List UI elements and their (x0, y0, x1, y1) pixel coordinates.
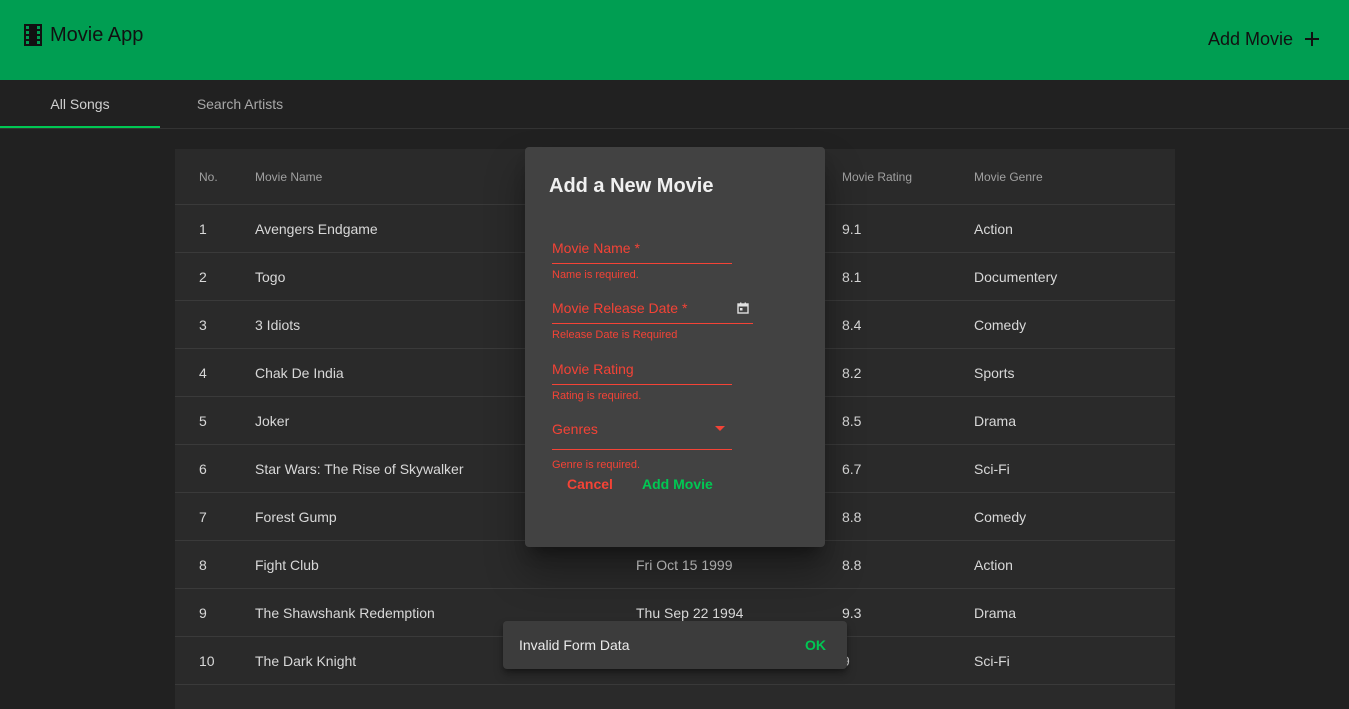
release-date-underline (552, 323, 753, 324)
cell-genre: Sci-Fi (974, 461, 1010, 477)
active-tab-indicator (0, 126, 160, 128)
cell-rating: 8.8 (842, 557, 862, 573)
cell-movie-name: Forest Gump (255, 509, 337, 525)
cell-rating: 9.3 (842, 605, 862, 621)
cell-genre: Documentery (974, 269, 1058, 285)
cell-movie-name: Joker (255, 413, 290, 429)
cell-genre: Action (974, 221, 1013, 237)
header-no: No. (199, 170, 218, 184)
cell-genre: Sci-Fi (974, 653, 1010, 669)
cell-no: 2 (199, 269, 207, 285)
cell-rating: 8.2 (842, 365, 862, 381)
movie-rating-underline (552, 384, 732, 385)
tab-search-artists[interactable]: Search Artists (160, 80, 320, 128)
add-movie-label: Add Movie (1207, 28, 1293, 49)
dialog-title: Add a New Movie (549, 175, 714, 197)
cell-movie-name: Fight Club (255, 557, 319, 573)
cell-no: 7 (199, 509, 207, 525)
release-date-field[interactable]: Movie Release Date * Release Date is Req… (552, 298, 753, 341)
movie-rating-error: Rating is required. (552, 390, 642, 402)
cell-movie-name: Avengers Endgame (255, 221, 378, 237)
cell-movie-name: Togo (255, 269, 286, 285)
header-movie-rating: Movie Rating (842, 170, 913, 184)
cell-rating: 8.4 (842, 317, 862, 333)
movie-rating-field[interactable]: Movie Rating Rating is required. (552, 359, 732, 402)
cell-genre: Comedy (974, 509, 1027, 525)
cell-genre: Drama (974, 413, 1017, 429)
tab-search-artists-label: Search Artists (196, 96, 284, 112)
cell-genre: Comedy (974, 317, 1027, 333)
release-date-error: Release Date is Required (552, 329, 678, 341)
genres-error: Genre is required. (552, 459, 641, 471)
header-movie-genre: Movie Genre (974, 170, 1043, 184)
cell-no: 9 (199, 605, 207, 621)
cell-genre: Drama (974, 605, 1017, 621)
table-row[interactable]: 8 Fight Club Fri Oct 15 1999 8.8 Action (175, 541, 1175, 589)
genres-underline (552, 449, 732, 450)
cell-no: 4 (199, 365, 207, 381)
release-date-label: Movie Release Date * (552, 300, 688, 316)
cell-release-date: Fri Oct 15 1999 (636, 557, 733, 573)
genres-label: Genres (552, 421, 598, 437)
cell-movie-name: 3 Idiots (255, 317, 301, 333)
movie-name-label: Movie Name * (552, 240, 640, 256)
cell-rating: 8.5 (842, 413, 862, 429)
tab-bar: All Songs Search Artists (0, 80, 1349, 129)
cell-no: 5 (199, 413, 207, 429)
movie-rating-label: Movie Rating (552, 361, 634, 377)
cell-rating: 6.7 (842, 461, 862, 477)
cell-no: 10 (199, 653, 215, 669)
genres-select[interactable]: Genres Genre is required. (552, 419, 732, 471)
cell-rating: 8.1 (842, 269, 862, 285)
cell-rating: 8.8 (842, 509, 862, 525)
header-movie-name: Movie Name (255, 170, 323, 184)
cell-movie-name: Star Wars: The Rise of Skywalker (255, 461, 464, 477)
calendar-icon[interactable] (737, 302, 749, 314)
plus-icon (1305, 32, 1319, 46)
app-title: Movie App (50, 23, 144, 46)
cell-genre: Sports (974, 365, 1015, 381)
cancel-button[interactable]: Cancel (567, 476, 613, 492)
movie-name-underline (552, 263, 732, 264)
submit-add-movie-button[interactable]: Add Movie (642, 476, 713, 492)
tab-all-songs-label: All Songs (50, 96, 110, 112)
tab-all-songs[interactable]: All Songs (0, 80, 160, 128)
film-icon (24, 24, 42, 46)
cell-no: 1 (199, 221, 207, 237)
cell-no: 8 (199, 557, 207, 573)
cell-rating: 9.1 (842, 221, 862, 237)
snackbar: Invalid Form Data OK (503, 621, 847, 669)
snackbar-message: Invalid Form Data (519, 637, 630, 653)
cell-genre: Action (974, 557, 1013, 573)
snackbar-ok-button[interactable]: OK (805, 637, 826, 653)
movie-name-error: Name is required. (552, 269, 639, 281)
cell-release-date: Thu Sep 22 1994 (636, 605, 744, 621)
add-movie-button[interactable]: Add Movie (1208, 24, 1321, 54)
cell-movie-name: The Dark Knight (255, 653, 357, 669)
cell-no: 3 (199, 317, 207, 333)
add-movie-dialog: Add a New Movie Movie Name * Name is req… (525, 147, 825, 547)
dropdown-arrow-icon (715, 426, 725, 431)
app-brand: Movie App (24, 20, 143, 50)
cell-movie-name: Chak De India (255, 365, 344, 381)
cell-no: 6 (199, 461, 207, 477)
movie-name-field[interactable]: Movie Name * Name is required. (552, 238, 732, 281)
app-toolbar: Movie App Add Movie (0, 0, 1349, 80)
cell-movie-name: The Shawshank Redemption (255, 605, 435, 621)
